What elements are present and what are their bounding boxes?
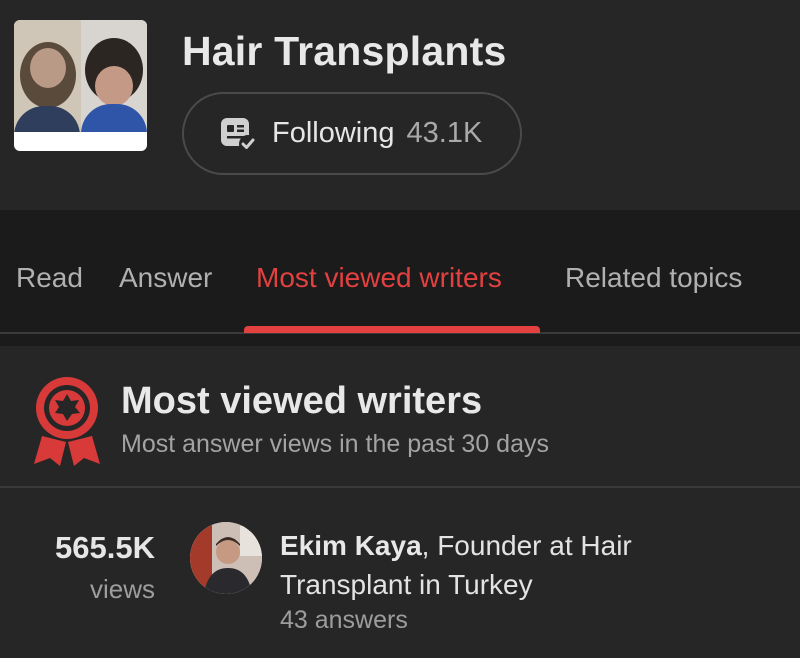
page-title: Hair Transplants xyxy=(182,28,507,74)
topic-thumbnail[interactable] xyxy=(14,20,147,151)
views-label: views xyxy=(89,574,155,604)
writer-name[interactable]: Ekim Kaya xyxy=(280,530,422,561)
most-viewed-writers-section: Most viewed writers Most answer views in… xyxy=(0,346,800,658)
avatar[interactable] xyxy=(190,522,262,594)
following-check-icon xyxy=(221,117,257,153)
follow-button[interactable]: Following 43.1K xyxy=(182,92,522,175)
writer-photo xyxy=(190,522,262,594)
tab-answer[interactable]: Answer xyxy=(119,262,212,294)
views-count: 565.5K xyxy=(55,530,155,565)
follower-count: 43.1K xyxy=(406,117,483,149)
topic-header: Hair Transplants Following 43.1K xyxy=(0,0,800,210)
writer-info: Ekim Kaya, Founder at Hair Transplant in… xyxy=(280,526,700,604)
tab-most-viewed-writers[interactable]: Most viewed writers xyxy=(256,262,502,294)
tab-related-topics[interactable]: Related topics xyxy=(565,262,742,294)
tab-bar: Read Answer Most viewed writers Related … xyxy=(0,210,800,334)
active-tab-indicator xyxy=(244,326,540,333)
answers-count[interactable]: 43 answers xyxy=(280,606,408,635)
tab-read[interactable]: Read xyxy=(16,262,83,294)
writer-row[interactable]: 565.5K views Ekim Kaya, Founder at Hair … xyxy=(0,488,800,658)
hair-transplant-photo xyxy=(14,20,147,132)
award-ribbon-icon xyxy=(34,377,100,466)
section-title: Most viewed writers xyxy=(121,380,483,422)
section-subtitle: Most answer views in the past 30 days xyxy=(121,430,549,458)
section-gap xyxy=(0,334,800,346)
follow-label: Following xyxy=(272,117,395,149)
